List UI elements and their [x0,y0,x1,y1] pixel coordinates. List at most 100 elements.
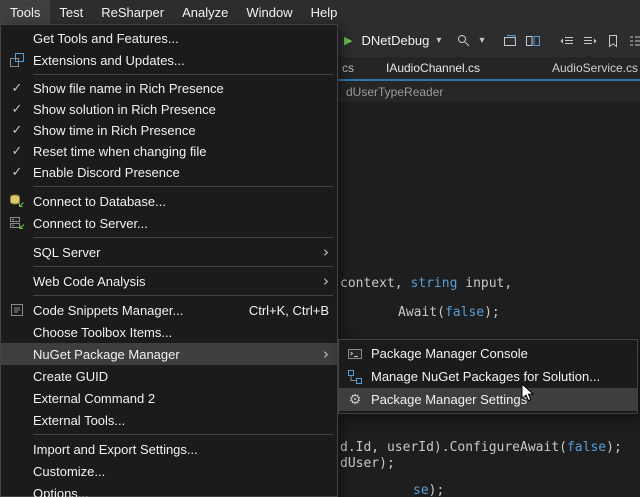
code-text: ); [484,305,500,320]
connect-database-icon [1,193,33,209]
menu-item-web-code-analysis[interactable]: Web Code Analysis › [1,270,337,292]
menu-item-label: Show solution in Rich Presence [33,102,329,117]
check-icon: ✓ [1,102,33,117]
menu-separator [33,186,333,187]
start-debug-icon[interactable]: ▶ [344,34,352,47]
code-text: Await( [398,305,445,320]
check-glyph: ✓ [12,165,23,180]
code-text: ); [429,483,445,497]
submenu-arrow-icon: › [315,274,329,289]
menu-item-nuget-package-manager[interactable]: NuGet Package Manager › [1,343,337,365]
menubar-item-analyze[interactable]: Analyze [173,0,237,24]
manage-packages-icon [339,369,371,385]
mouse-cursor [521,383,535,408]
menubar-item-window[interactable]: Window [237,0,301,24]
menu-item-external-command-2[interactable]: External Command 2 [1,387,337,409]
menubar-item-tools[interactable]: Tools [0,0,50,24]
search-icon[interactable] [456,33,472,49]
menu-separator [33,74,333,75]
menubar-item-test[interactable]: Test [50,0,92,24]
menu-item-label: Connect to Database... [33,194,329,209]
code-line: dUser); [340,456,395,471]
menubar-label: Window [246,5,292,20]
tools-menu: Get Tools and Features... Extensions and… [0,24,338,497]
breadcrumb-text: dUserTypeReader [346,85,443,99]
menu-item-create-guid[interactable]: Create GUID [1,365,337,387]
code-line: Await(false); [398,305,500,320]
submenu-arrow-icon: › [315,347,329,362]
menu-item-label: External Tools... [33,413,329,428]
check-glyph: ✓ [12,81,23,96]
menu-item-get-tools-and-features[interactable]: Get Tools and Features... [1,27,337,49]
check-glyph: ✓ [12,102,23,117]
code-line: context, string input, [340,276,512,291]
menu-item-show-time[interactable]: ✓ Show time in Rich Presence [1,120,337,141]
code-keyword: false [567,440,606,455]
menu-item-label: Choose Toolbox Items... [33,325,329,340]
tab-iaudiochannel[interactable]: IAudioChannel.cs [378,61,488,75]
breadcrumb[interactable]: dUserTypeReader [338,81,640,102]
check-glyph: ✓ [12,123,23,138]
menu-item-customize[interactable]: Customize... [1,460,337,482]
menu-item-shortcut: Ctrl+K, Ctrl+B [249,303,329,318]
navigate-back-list-icon[interactable] [559,33,575,49]
menu-item-show-solution[interactable]: ✓ Show solution in Rich Presence [1,99,337,120]
code-editor[interactable]: context, string input, Await(false); d.I… [338,102,640,497]
menu-item-label: Import and Export Settings... [33,442,329,457]
menu-item-sql-server[interactable]: SQL Server › [1,241,337,263]
check-icon: ✓ [1,144,33,159]
bookmark-icon[interactable] [605,33,621,49]
vs-window: Tools Test ReSharper Analyze Window Help… [0,0,640,497]
menubar-label: ReSharper [101,5,164,20]
split-columns-icon[interactable] [525,33,541,49]
menu-item-import-export-settings[interactable]: Import and Export Settings... [1,438,337,460]
menu-item-label: Show time in Rich Presence [33,123,329,138]
menu-item-label: NuGet Package Manager [33,347,315,362]
check-glyph: ✓ [12,144,23,159]
submenu-item-label: Manage NuGet Packages for Solution... [371,369,629,384]
code-text: d.Id, userId).ConfigureAwait( [340,440,567,455]
menubar-label: Analyze [182,5,228,20]
menu-item-label: Options... [33,486,329,497]
submenu-item-package-manager-settings[interactable]: ⚙ Package Manager Settings [339,388,637,411]
menu-item-show-file-name[interactable]: ✓ Show file name in Rich Presence [1,78,337,99]
new-window-icon[interactable] [502,33,518,49]
menu-item-label: Create GUID [33,369,329,384]
menubar-item-help[interactable]: Help [302,0,347,24]
menu-item-reset-time[interactable]: ✓ Reset time when changing file [1,141,337,162]
code-line: d.Id, userId).ConfigureAwait(false); [340,440,622,455]
menu-item-enable-discord-presence[interactable]: ✓ Enable Discord Presence [1,162,337,183]
menu-item-code-snippets-manager[interactable]: Code Snippets Manager... Ctrl+K, Ctrl+B [1,299,337,321]
menu-item-extensions-and-updates[interactable]: Extensions and Updates... [1,49,337,71]
submenu-item-manage-nuget-packages[interactable]: Manage NuGet Packages for Solution... [339,365,637,388]
menu-item-options[interactable]: Options... [1,482,337,497]
document-tab-well: cs IAudioChannel.cs AudioService.cs [338,57,640,81]
code-text: input, [457,276,512,291]
gear-glyph: ⚙ [349,392,362,408]
tab-partial[interactable]: cs [338,61,362,75]
gear-icon: ⚙ [339,392,371,408]
tab-audioservice[interactable]: AudioService.cs [544,61,640,75]
menubar-label: Test [59,5,83,20]
check-icon: ✓ [1,123,33,138]
navigate-forward-list-icon[interactable] [582,33,598,49]
submenu-item-package-manager-console[interactable]: Package Manager Console [339,342,637,365]
menu-item-connect-to-database[interactable]: Connect to Database... [1,190,337,212]
code-keyword: string [410,276,457,291]
menubar-item-resharper[interactable]: ReSharper [92,0,173,24]
search-dropdown-icon[interactable]: ▾ [479,35,484,46]
menu-item-choose-toolbox-items[interactable]: Choose Toolbox Items... [1,321,337,343]
submenu-item-label: Package Manager Settings [371,392,629,407]
standard-toolbar: ▶ DNetDebug ▾ ▾ [338,24,640,57]
menu-separator [33,295,333,296]
debug-target-dropdown-icon[interactable]: ▾ [436,35,441,46]
menubar-label: Tools [10,5,40,20]
menu-item-label: Show file name in Rich Presence [33,81,329,96]
menu-separator [33,434,333,435]
debug-target-label[interactable]: DNetDebug [361,33,429,48]
outline-list-icon[interactable] [628,33,640,49]
menu-item-connect-to-server[interactable]: Connect to Server... [1,212,337,234]
menu-item-external-tools[interactable]: External Tools... [1,409,337,431]
nuget-submenu: Package Manager Console Manage NuGet Pac… [338,339,638,414]
connect-server-icon [1,215,33,231]
